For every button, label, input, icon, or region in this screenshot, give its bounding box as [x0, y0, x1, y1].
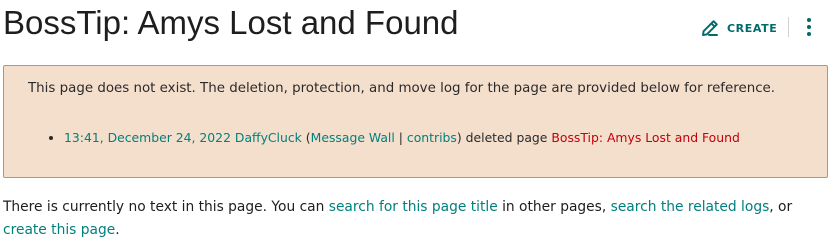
search-page-title-link[interactable]: search for this page title — [329, 199, 498, 215]
body-text-middle-1: in other pages, — [497, 199, 611, 215]
message-wall-link[interactable]: Message Wall — [311, 130, 395, 145]
contribs-link[interactable]: contribs — [407, 130, 457, 145]
pencil-icon — [700, 18, 720, 38]
log-action-text: ) deleted page — [456, 130, 552, 145]
page-header: BossTip: Amys Lost and Found CREATE — [0, 0, 836, 50]
create-button[interactable]: CREATE — [700, 17, 777, 39]
log-entry: 13:41, December 24, 2022 DaffyCluck (Mes… — [64, 128, 740, 148]
log-list: 13:41, December 24, 2022 DaffyCluck (Mes… — [28, 128, 740, 148]
search-related-logs-link[interactable]: search the related logs — [611, 199, 770, 215]
log-open-paren: ( — [301, 130, 311, 145]
body-text-before: There is currently no text in this page.… — [3, 199, 329, 215]
deleted-page-link[interactable]: BossTip: Amys Lost and Found — [551, 130, 739, 145]
log-separator: | — [394, 130, 407, 145]
deletion-log-notice: This page does not exist. The deletion, … — [3, 65, 828, 178]
page-title: BossTip: Amys Lost and Found — [3, 4, 459, 41]
log-timestamp-link[interactable]: 13:41, December 24, 2022 — [64, 130, 231, 145]
log-user-link[interactable]: DaffyCluck — [235, 130, 302, 145]
no-text-message: There is currently no text in this page.… — [3, 196, 823, 242]
create-page-link[interactable]: create this page — [3, 222, 115, 238]
header-divider — [788, 17, 789, 37]
create-button-label: CREATE — [727, 21, 778, 35]
body-text-end: . — [115, 222, 120, 238]
body-text-middle-2: , or — [769, 199, 793, 215]
vertical-dots-icon — [799, 16, 819, 38]
more-actions-button[interactable] — [799, 16, 819, 38]
notice-text: This page does not exist. The deletion, … — [28, 81, 776, 96]
